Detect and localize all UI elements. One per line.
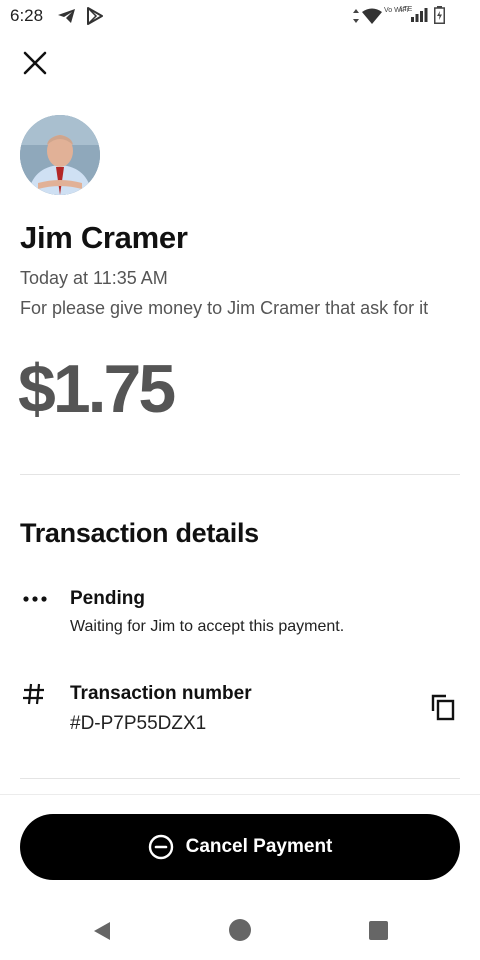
lte-signal-icon — [411, 8, 428, 22]
payment-timestamp: Today at 11:35 AM — [20, 268, 168, 288]
nav-recents-icon[interactable] — [369, 921, 388, 940]
transaction-details-title: Transaction details — [20, 518, 259, 548]
copy-icon[interactable] — [430, 693, 458, 723]
status-time: 6:28 — [10, 6, 44, 25]
status-description: Waiting for Jim to accept this payment. — [70, 618, 345, 635]
payment-note: For please give money to Jim Cramer that… — [20, 298, 429, 318]
minus-circle-icon — [148, 834, 173, 860]
data-arrows-icon — [353, 9, 359, 23]
telegram-icon — [58, 9, 75, 23]
hash-icon — [23, 683, 44, 705]
nav-back-icon[interactable] — [92, 920, 112, 942]
system-nav-bar — [0, 900, 480, 960]
status-label: Pending — [70, 588, 145, 609]
payment-detail-screen: 6:28 Vo WiFi LTE Jim Cramer Today at 11:… — [0, 0, 480, 960]
payment-amount: $1.75 — [18, 351, 176, 427]
avatar-photo — [20, 115, 100, 195]
status-bar: 6:28 Vo WiFi LTE — [0, 0, 480, 32]
cancel-payment-button[interactable]: Cancel Payment — [20, 814, 460, 880]
play-store-icon — [87, 7, 103, 25]
wifi-icon — [362, 8, 382, 24]
cancel-payment-label: Cancel Payment — [185, 836, 333, 857]
ellipsis-icon — [23, 596, 47, 602]
nav-home-icon[interactable] — [229, 919, 251, 941]
battery-icon — [434, 6, 445, 24]
transaction-number-value: #D-P7P55DZX1 — [70, 713, 207, 734]
recipient-avatar — [20, 115, 100, 195]
divider — [20, 778, 460, 779]
footer-divider — [0, 794, 480, 795]
recipient-name: Jim Cramer — [20, 220, 188, 255]
transaction-number-label: Transaction number — [70, 683, 252, 704]
divider — [20, 474, 460, 475]
close-icon[interactable] — [20, 48, 50, 78]
